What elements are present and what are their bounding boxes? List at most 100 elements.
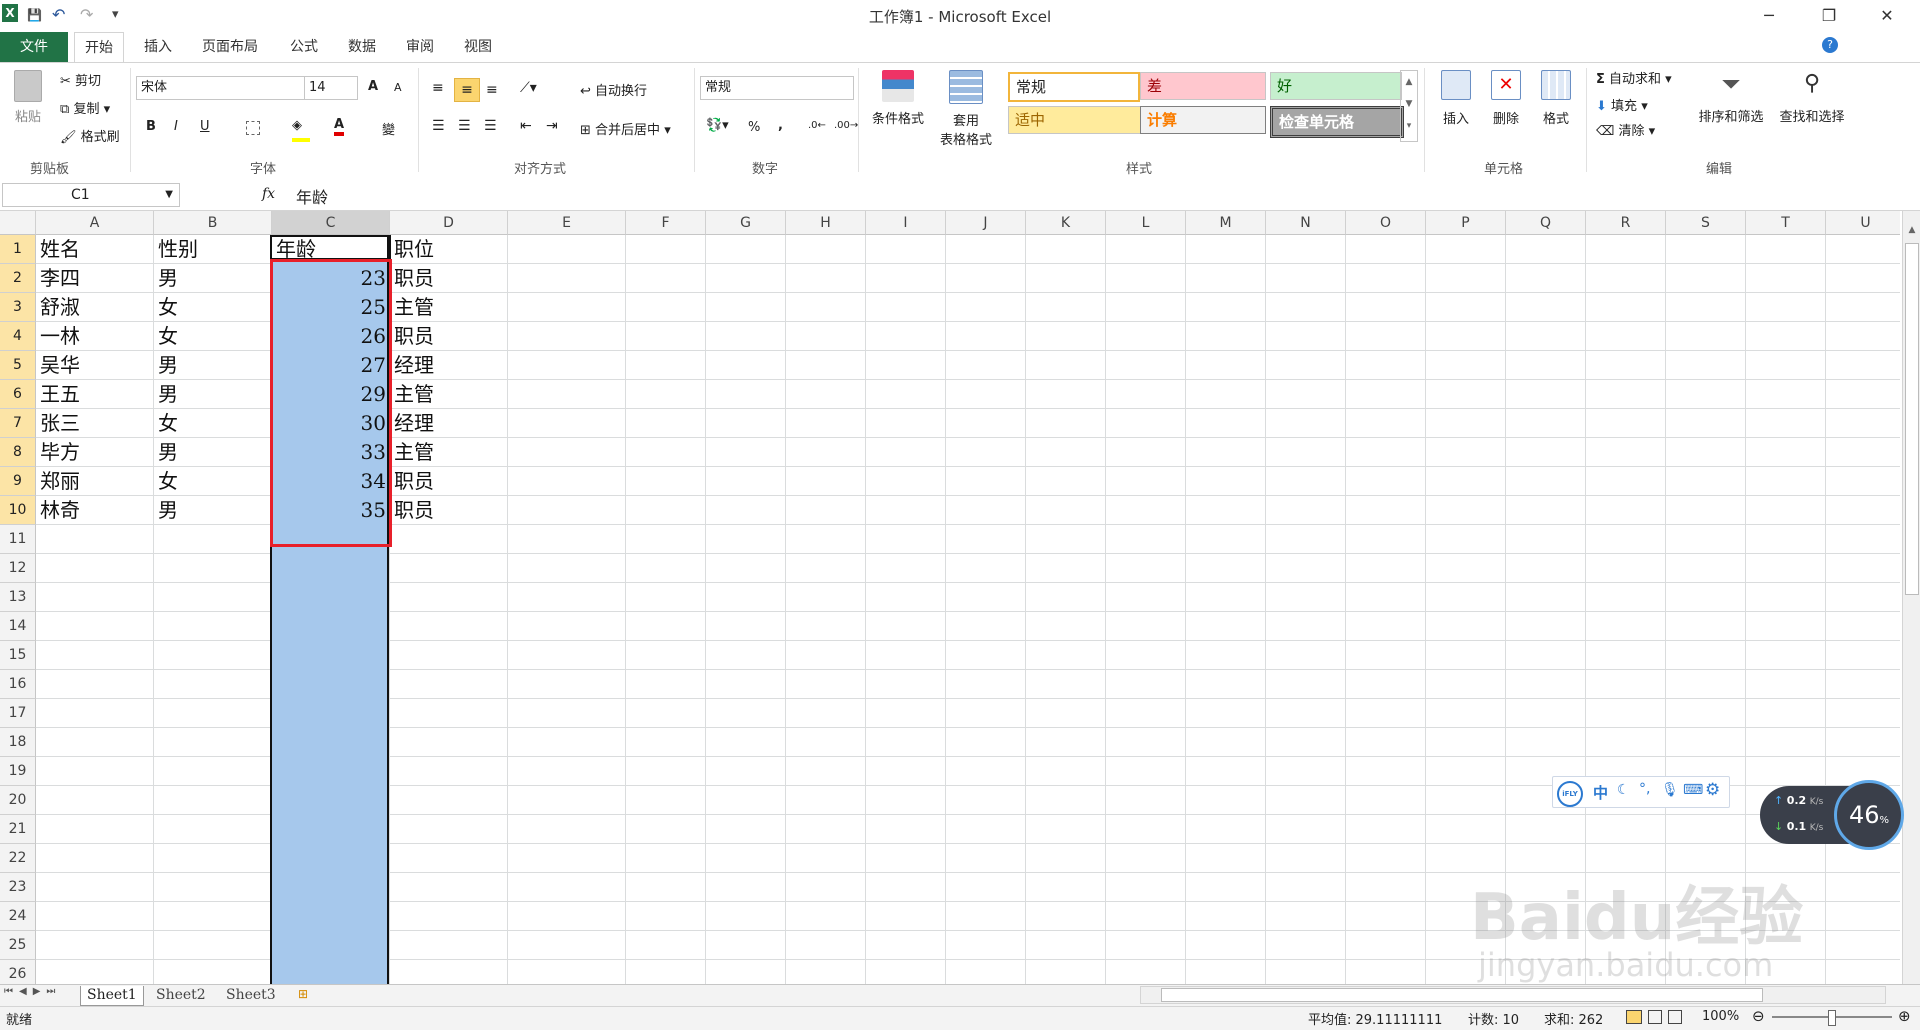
- column-header-l[interactable]: L: [1106, 211, 1186, 235]
- conditional-format-button[interactable]: 条件格式: [866, 70, 930, 127]
- row-header-15[interactable]: 15: [0, 641, 36, 670]
- fill-color-icon[interactable]: ◈: [292, 118, 310, 142]
- cell-d10[interactable]: 职员: [390, 496, 508, 525]
- cell-d3[interactable]: 主管: [390, 293, 508, 322]
- decrease-indent-icon[interactable]: ⇤: [520, 118, 532, 134]
- row-header-12[interactable]: 12: [0, 554, 36, 583]
- cell-a3[interactable]: 舒淑: [36, 293, 154, 322]
- align-top-icon[interactable]: ≡: [432, 80, 444, 96]
- vertical-scrollbar[interactable]: ▲: [1902, 211, 1920, 984]
- cell-c5[interactable]: 27: [272, 351, 390, 380]
- font-name-select[interactable]: 宋体: [136, 76, 306, 100]
- cell-c2[interactable]: 23: [272, 264, 390, 293]
- tab-file[interactable]: 文件: [0, 32, 68, 62]
- column-header-m[interactable]: M: [1186, 211, 1266, 235]
- cell-d6[interactable]: 主管: [390, 380, 508, 409]
- italic-button[interactable]: I: [174, 119, 178, 134]
- sheet-tab-1[interactable]: Sheet1: [80, 986, 144, 1006]
- column-header-h[interactable]: H: [786, 211, 866, 235]
- tab-view[interactable]: 视图: [454, 32, 502, 62]
- column-header-e[interactable]: E: [508, 211, 626, 235]
- shrink-font-button[interactable]: A: [394, 81, 402, 94]
- zoom-slider[interactable]: [1772, 1010, 1892, 1026]
- punctuation-icon[interactable]: °,: [1639, 781, 1650, 797]
- insert-cells-button[interactable]: 插入: [1436, 70, 1476, 127]
- align-center-icon[interactable]: ☰: [458, 118, 471, 134]
- cell-d5[interactable]: 经理: [390, 351, 508, 380]
- cell-c1[interactable]: 年龄: [272, 235, 390, 264]
- cell-b10[interactable]: 男: [154, 496, 272, 525]
- align-left-icon[interactable]: ☰: [432, 118, 445, 134]
- restore-button[interactable]: ❐: [1806, 0, 1852, 32]
- select-all-corner[interactable]: [0, 211, 36, 235]
- cell-a9[interactable]: 郑丽: [36, 467, 154, 496]
- row-header-24[interactable]: 24: [0, 902, 36, 931]
- style-normal[interactable]: 常规: [1008, 72, 1140, 102]
- cell-b1[interactable]: 性别: [154, 235, 272, 264]
- cell-c3[interactable]: 25: [272, 293, 390, 322]
- wrap-text-button[interactable]: ↩ 自动换行: [580, 80, 647, 99]
- cell-b5[interactable]: 男: [154, 351, 272, 380]
- merge-center-button[interactable]: ⊞ 合并后居中 ▾: [580, 119, 671, 138]
- row-header-21[interactable]: 21: [0, 815, 36, 844]
- tab-formulas[interactable]: 公式: [280, 32, 328, 62]
- column-header-p[interactable]: P: [1426, 211, 1506, 235]
- name-box[interactable]: C1 ▼: [2, 183, 180, 207]
- format-as-table-button[interactable]: 套用 表格格式: [930, 70, 1002, 148]
- column-header-r[interactable]: R: [1586, 211, 1666, 235]
- column-header-q[interactable]: Q: [1506, 211, 1586, 235]
- h-scroll-thumb[interactable]: [1161, 988, 1763, 1002]
- settings-gear-icon[interactable]: ⚙: [1705, 780, 1720, 800]
- column-header-u[interactable]: U: [1826, 211, 1900, 235]
- keyboard-icon[interactable]: ⌨: [1683, 782, 1703, 798]
- row-header-9[interactable]: 9: [0, 467, 36, 496]
- align-middle-icon[interactable]: ≡: [454, 78, 480, 102]
- phonetic-button[interactable]: 變: [382, 119, 395, 138]
- row-header-17[interactable]: 17: [0, 699, 36, 728]
- currency-icon[interactable]: 💱▾: [706, 118, 729, 133]
- cell-b3[interactable]: 女: [154, 293, 272, 322]
- style-neutral[interactable]: 适中: [1008, 106, 1142, 134]
- row-header-16[interactable]: 16: [0, 670, 36, 699]
- fill-button[interactable]: ⬇ 填充 ▾: [1596, 95, 1648, 114]
- row-header-5[interactable]: 5: [0, 351, 36, 380]
- cell-a2[interactable]: 李四: [36, 264, 154, 293]
- close-button[interactable]: ✕: [1864, 0, 1910, 32]
- paste-button[interactable]: 粘贴: [10, 70, 46, 125]
- row-header-10[interactable]: 10: [0, 496, 36, 525]
- font-color-button[interactable]: A: [334, 117, 345, 136]
- cell-a10[interactable]: 林奇: [36, 496, 154, 525]
- tab-insert[interactable]: 插入: [134, 32, 182, 62]
- tab-page-layout[interactable]: 页面布局: [192, 32, 268, 62]
- cell-b6[interactable]: 男: [154, 380, 272, 409]
- column-header-b[interactable]: B: [154, 211, 272, 235]
- page-break-view-icon[interactable]: [1668, 1010, 1682, 1024]
- column-header-o[interactable]: O: [1346, 211, 1426, 235]
- formula-input[interactable]: 年龄: [296, 184, 328, 208]
- row-header-1[interactable]: 1: [0, 235, 36, 264]
- moon-icon[interactable]: ☾: [1617, 782, 1630, 798]
- sheet-nav-arrows[interactable]: ⏮◀▶⏭: [4, 986, 61, 997]
- cell-b9[interactable]: 女: [154, 467, 272, 496]
- styles-scroll[interactable]: ▲ ▼ ▾: [1400, 70, 1418, 142]
- font-size-select[interactable]: 14: [304, 76, 358, 100]
- row-header-4[interactable]: 4: [0, 322, 36, 351]
- column-header-i[interactable]: I: [866, 211, 946, 235]
- zoom-out-icon[interactable]: ⊖: [1752, 1007, 1765, 1025]
- cell-c7[interactable]: 30: [272, 409, 390, 438]
- style-check-cell[interactable]: 检查单元格: [1270, 106, 1404, 138]
- cell-b7[interactable]: 女: [154, 409, 272, 438]
- help-icon[interactable]: ?: [1822, 37, 1838, 53]
- find-select-button[interactable]: ⚲ 查找和选择: [1772, 70, 1852, 125]
- zoom-in-icon[interactable]: ⊕: [1898, 1007, 1911, 1025]
- memory-usage-circle[interactable]: 46%: [1834, 780, 1904, 850]
- row-header-3[interactable]: 3: [0, 293, 36, 322]
- column-header-c[interactable]: C: [272, 211, 390, 235]
- cell-d2[interactable]: 职员: [390, 264, 508, 293]
- cell-a4[interactable]: 一林: [36, 322, 154, 351]
- row-header-23[interactable]: 23: [0, 873, 36, 902]
- ime-mode[interactable]: 中: [1593, 782, 1608, 803]
- normal-view-icon[interactable]: [1626, 1010, 1642, 1024]
- scroll-up-icon[interactable]: ▲: [1903, 225, 1920, 235]
- cell-c9[interactable]: 34: [272, 467, 390, 496]
